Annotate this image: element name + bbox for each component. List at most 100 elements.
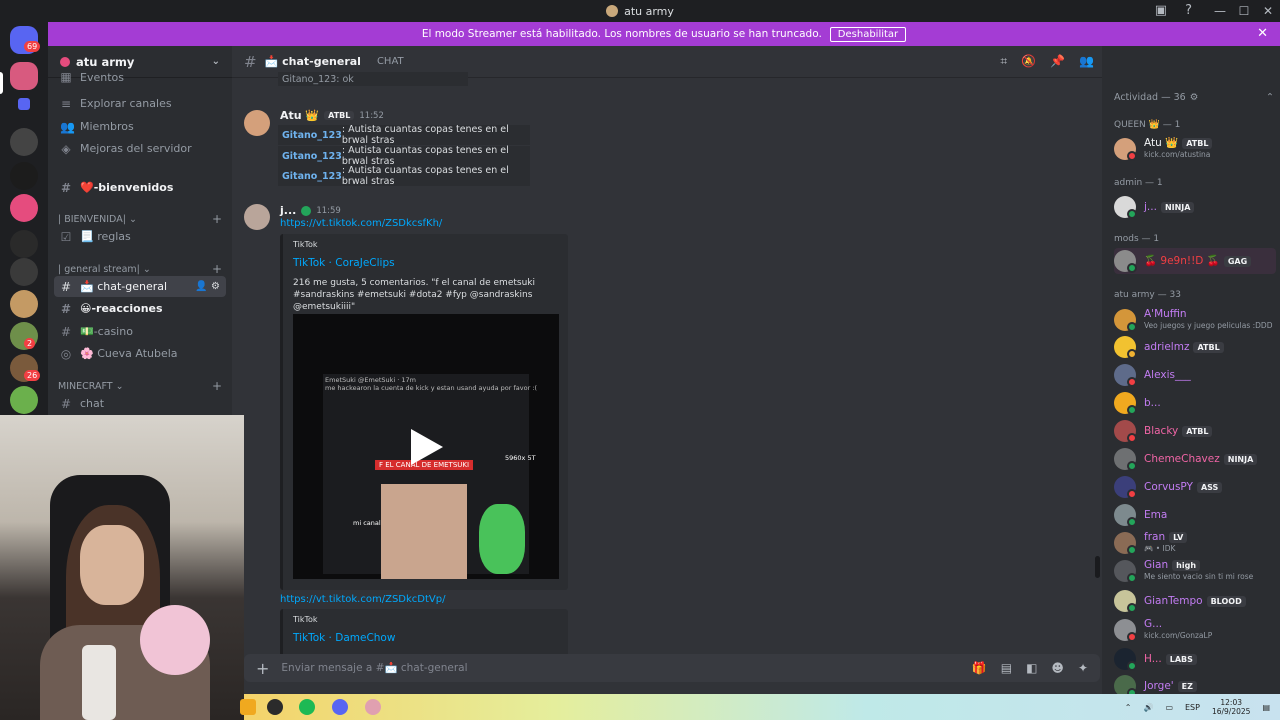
avatar — [1114, 476, 1137, 499]
avatar — [1114, 532, 1137, 555]
sidebar-item-miembros[interactable]: 👥 Miembros — [54, 116, 226, 137]
spotify-icon[interactable] — [299, 699, 315, 715]
message-link[interactable]: https://vt.tiktok.com/ZSDkcsfKh/ — [280, 218, 442, 229]
avatar[interactable] — [244, 110, 270, 136]
keyboard-language[interactable]: ESP — [1185, 703, 1200, 712]
member-item[interactable]: G... kick.com/GonzaLP — [1114, 617, 1276, 643]
channel-chat[interactable]: # chat — [54, 393, 226, 414]
invite-icon[interactable]: 👤 — [195, 281, 207, 292]
discord-icon[interactable] — [332, 699, 348, 715]
member-item[interactable]: fran LV 🎮 • IDK — [1114, 530, 1276, 556]
gif-icon[interactable]: ▤ — [1001, 661, 1012, 675]
taskbar-app-icon[interactable] — [365, 699, 381, 715]
server-icon[interactable] — [10, 386, 38, 414]
member-item[interactable]: CorvusPY ASS — [1114, 474, 1276, 500]
channel-topic: CHAT — [376, 56, 404, 67]
server-icon[interactable] — [10, 194, 38, 222]
embed-title[interactable]: TikTok · DameChow — [293, 632, 558, 644]
add-channel-icon[interactable]: + — [212, 379, 222, 393]
server-icon[interactable] — [10, 162, 38, 190]
server-icon[interactable] — [10, 290, 38, 318]
channel-reglas[interactable]: ☑ 📃 reglas — [54, 226, 226, 247]
embed-title[interactable]: TikTok · CoraJeClips — [293, 257, 558, 269]
volume-icon[interactable]: 🔊 — [1143, 703, 1153, 712]
member-item[interactable]: Blacky ATBL — [1114, 418, 1276, 444]
avatar — [1114, 336, 1137, 359]
maximize-button[interactable]: ☐ — [1232, 4, 1256, 18]
category-general-stream[interactable]: | general stream| ⌄ + — [58, 262, 226, 276]
member-item[interactable]: GianTempo BLOOD — [1114, 588, 1276, 614]
server-icon[interactable] — [10, 128, 38, 156]
folder-icon[interactable] — [18, 98, 30, 110]
inbox-icon[interactable]: ▣ — [1155, 3, 1167, 18]
message-link[interactable]: https://vt.tiktok.com/ZSDkcDtVp/ — [280, 594, 445, 605]
video-player[interactable]: EmetSuki @EmetSuki · 17m me hackearon la… — [293, 314, 559, 579]
sidebar-item-eventos[interactable]: ▦ Eventos — [54, 70, 226, 84]
server-icon[interactable] — [10, 258, 38, 286]
category-minecraft[interactable]: MINECRAFT ⌄ + — [58, 379, 226, 393]
apps-icon[interactable]: ✦ — [1078, 661, 1088, 675]
add-channel-icon[interactable]: + — [212, 262, 222, 276]
member-list-icon[interactable]: 👥 — [1079, 54, 1094, 69]
threads-icon[interactable]: ⌗ — [1000, 54, 1007, 69]
server-icon[interactable] — [10, 230, 38, 258]
message-author: j... 11:59 — [280, 204, 341, 217]
help-icon[interactable]: ? — [1185, 3, 1192, 18]
video-text: EmetSuki @EmetSuki · 17m me hackearon la… — [325, 376, 538, 392]
network-icon[interactable]: ▭ — [1165, 703, 1173, 712]
member-list: Actividad — 36 ⚙ ⌃ QUEEN 👑 — 1 Atu 👑 ATBL… — [1102, 46, 1280, 694]
channel-reacciones[interactable]: # 😀-reacciones — [54, 298, 226, 319]
add-channel-icon[interactable]: + — [212, 212, 222, 226]
member-name: Alexis___ — [1144, 368, 1191, 381]
category-bienvenida[interactable]: | BIENVENIDA| ⌄ + — [58, 212, 226, 226]
disable-streamer-mode-button[interactable]: Deshabilitar — [829, 26, 907, 42]
notification-badge: 26 — [24, 370, 41, 381]
sticker-icon[interactable]: ◧ — [1026, 661, 1037, 675]
gear-icon[interactable]: ⚙ — [1190, 92, 1199, 103]
message-input[interactable] — [281, 662, 960, 674]
member-item[interactable]: Atu 👑 ATBL kick.com/atustina — [1114, 136, 1276, 162]
sidebar-item-mejoras[interactable]: ◈ Mejoras del servidor — [54, 138, 226, 159]
members-icon: 👥 — [60, 119, 75, 134]
gear-icon[interactable]: ⚙ — [211, 281, 220, 292]
channel-bienvenidos[interactable]: # ❤️-bienvenidos — [54, 177, 226, 198]
member-item[interactable]: H... LABS — [1114, 646, 1276, 672]
channel-cueva-atubela[interactable]: ◎ 🌸 Cueva Atubela — [54, 343, 226, 364]
sidebar-item-explorar[interactable]: ≡ Explorar canales — [54, 93, 226, 114]
member-item[interactable]: Gian high Me siento vacio sin ti mi rose — [1114, 558, 1276, 584]
member-name: Blacky ATBL — [1144, 425, 1213, 437]
pin-icon[interactable]: 📌 — [1050, 54, 1065, 69]
notification-icon[interactable]: ▤ — [1262, 703, 1270, 712]
close-icon[interactable]: ✕ — [1257, 26, 1268, 41]
play-icon[interactable] — [411, 429, 443, 465]
member-item[interactable]: Jorge' EZ — [1114, 673, 1276, 694]
channel-chat-general[interactable]: # 📩 chat-general 👤 ⚙ — [54, 276, 226, 297]
member-item[interactable]: b... — [1114, 390, 1276, 416]
member-item[interactable]: A'Muffin Veo juegos y juego peliculas :DD… — [1114, 307, 1276, 333]
member-name: Gian high — [1144, 560, 1253, 571]
chevron-up-icon[interactable]: ⌃ — [1125, 703, 1132, 712]
taskbar-app-icon[interactable] — [240, 699, 256, 715]
mute-bell-icon[interactable]: 🔕 — [1021, 54, 1036, 69]
emoji-icon[interactable]: ☻ — [1051, 661, 1064, 675]
member-item[interactable]: adrielmz ATBL — [1114, 334, 1276, 360]
avatar[interactable] — [244, 204, 270, 230]
avatar — [1114, 392, 1137, 415]
member-item[interactable]: Alexis___ — [1114, 362, 1276, 388]
clock[interactable]: 12:03 16/9/2025 — [1212, 698, 1250, 716]
member-item[interactable]: Ema — [1114, 502, 1276, 528]
member-item[interactable]: 🍒 9e9n!!D 🍒 GAG — [1114, 248, 1276, 274]
minimize-button[interactable]: — — [1208, 4, 1232, 18]
member-item[interactable]: ChemeChavez NINJA — [1114, 446, 1276, 472]
system-tray: ⌃ 🔊 ▭ ESP 12:03 16/9/2025 ▤ — [1125, 698, 1270, 716]
add-attachment-icon[interactable]: + — [256, 659, 269, 678]
close-window-button[interactable]: ✕ — [1256, 4, 1280, 18]
gift-icon[interactable]: 🎁 — [972, 661, 987, 675]
member-item[interactable]: j... NINJA — [1114, 194, 1276, 220]
hash-icon: # — [244, 52, 257, 71]
scrollbar[interactable] — [1095, 556, 1100, 578]
chevron-up-icon[interactable]: ⌃ — [1266, 92, 1274, 103]
server-icon-atu-army[interactable] — [10, 62, 38, 90]
obs-icon[interactable] — [267, 699, 283, 715]
channel-casino[interactable]: # 💵-casino — [54, 321, 226, 342]
